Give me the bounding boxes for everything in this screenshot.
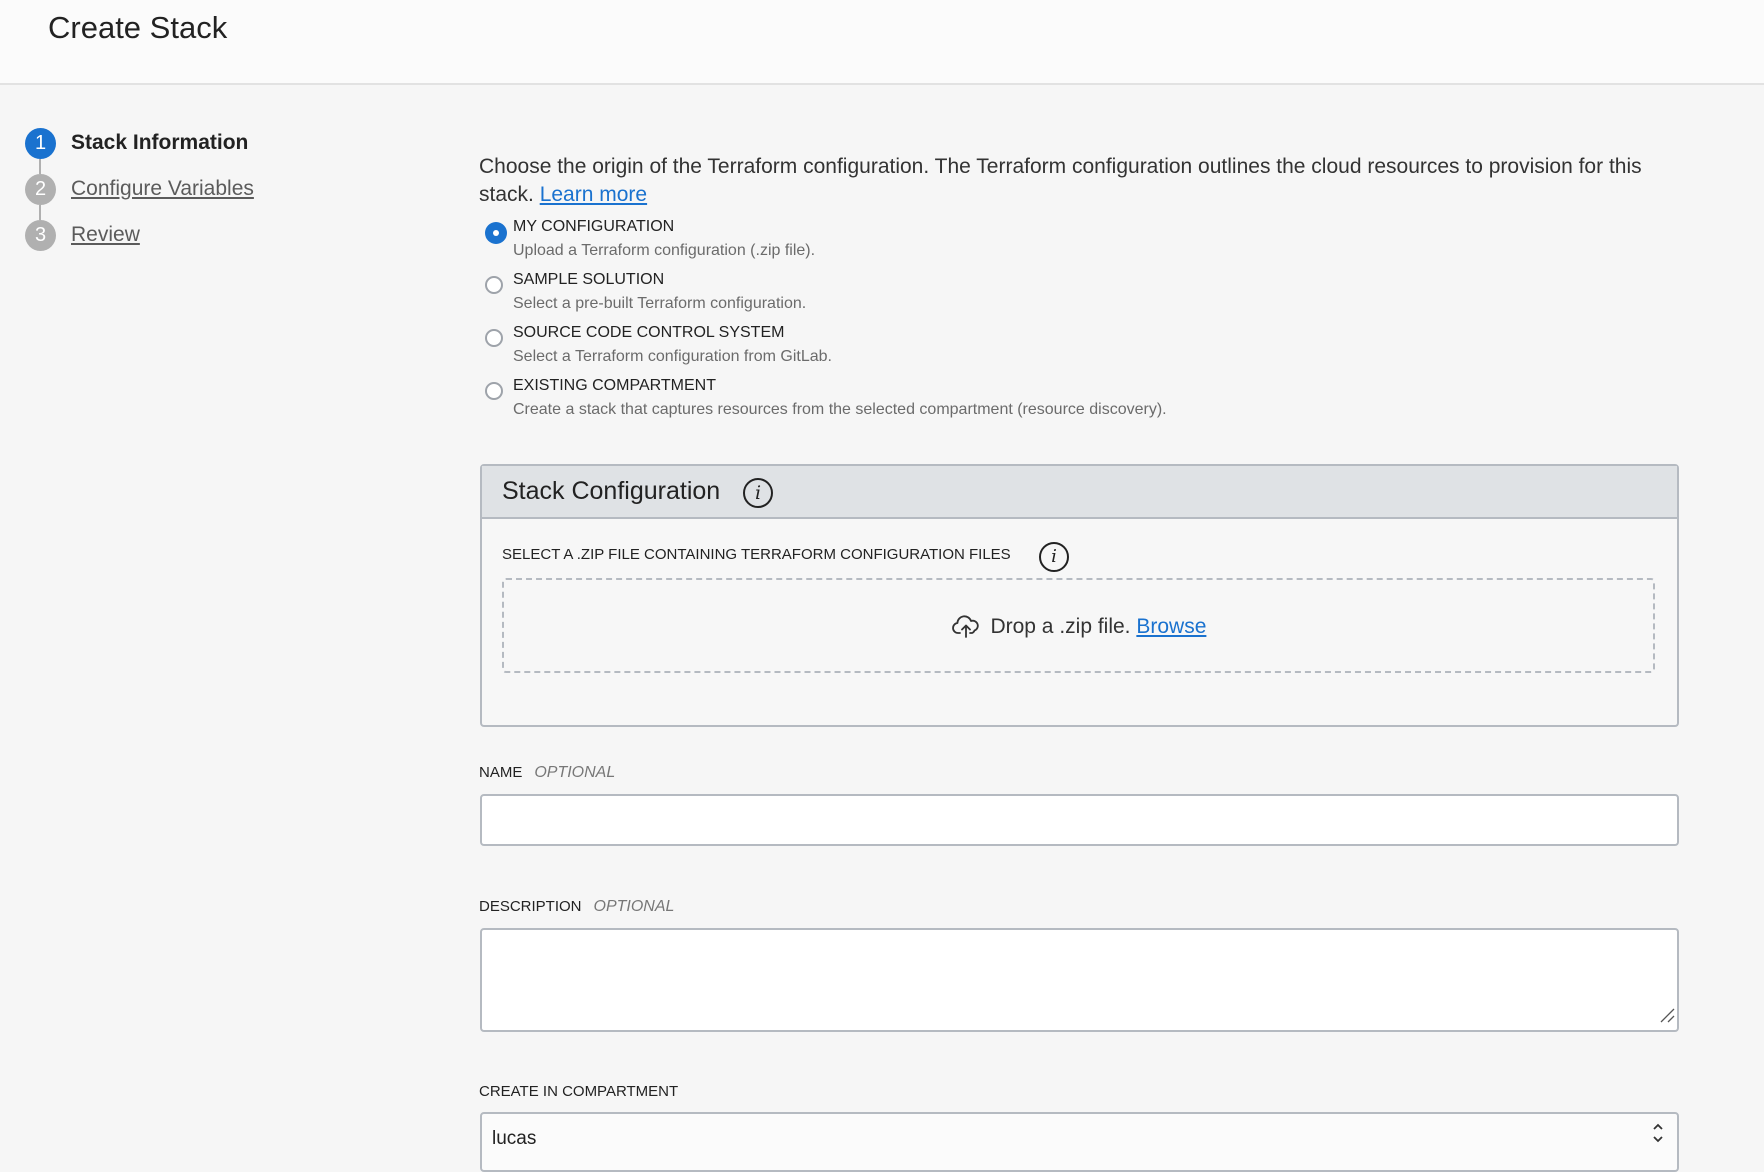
zip-dropzone[interactable]: Drop a .zip file. Browse <box>502 578 1655 673</box>
info-icon[interactable]: i <box>743 478 773 508</box>
step-number: 3 <box>25 220 56 251</box>
compartment-label: CREATE IN COMPARTMENT <box>479 1083 679 1100</box>
description-label: DESCRIPTION OPTIONAL <box>479 898 674 916</box>
intro-description: Choose the origin of the Terraform confi… <box>479 155 1642 206</box>
radio-description: Select a Terraform configuration from Gi… <box>513 348 832 365</box>
step-label[interactable]: Review <box>71 223 140 247</box>
description-field-wrap <box>479 928 1679 1032</box>
radio-description: Select a pre-built Terraform configurati… <box>513 295 807 312</box>
radio-title: MY CONFIGURATION <box>513 218 675 235</box>
stack-configuration-panel: Stack Configuration i SELECT A .ZIP FILE… <box>480 464 1679 727</box>
zip-file-label: SELECT A .ZIP FILE CONTAINING TERRAFORM … <box>502 546 1011 563</box>
radio-title: SAMPLE SOLUTION <box>513 271 665 288</box>
radio-button[interactable] <box>485 222 507 244</box>
learn-more-link[interactable]: Learn more <box>540 183 647 206</box>
name-label-text: NAME <box>479 764 523 781</box>
drop-text: Drop a .zip file. <box>990 615 1131 638</box>
radio-title: EXISTING COMPARTMENT <box>513 377 716 394</box>
radio-button[interactable] <box>485 276 503 294</box>
step-label: Stack Information <box>71 131 249 154</box>
step-number: 2 <box>25 174 56 205</box>
select-arrows-icon <box>1651 1120 1665 1147</box>
compartment-value: lucas <box>492 1128 537 1149</box>
step-number: 1 <box>25 128 56 159</box>
info-icon[interactable]: i <box>1039 542 1069 572</box>
step-label[interactable]: Configure Variables <box>71 177 254 201</box>
intro-text: Choose the origin of the Terraform confi… <box>479 153 1669 209</box>
browse-link[interactable]: Browse <box>1136 615 1206 638</box>
radio-title: SOURCE CODE CONTROL SYSTEM <box>513 324 785 341</box>
dropzone-content: Drop a .zip file. Browse <box>504 614 1653 644</box>
optional-tag: OPTIONAL <box>593 898 675 915</box>
radio-button[interactable] <box>485 382 503 400</box>
compartment-select[interactable]: lucas <box>480 1112 1679 1172</box>
description-label-text: DESCRIPTION <box>479 898 582 915</box>
radio-description: Create a stack that captures resources f… <box>513 401 1167 418</box>
radio-button[interactable] <box>485 329 503 347</box>
resize-handle-icon[interactable] <box>1659 1007 1675 1028</box>
optional-tag: OPTIONAL <box>534 764 616 781</box>
panel-header: Stack Configuration i <box>482 466 1677 519</box>
description-textarea[interactable] <box>480 928 1679 1032</box>
page-title: Create Stack <box>48 10 228 45</box>
step-connector <box>39 205 41 220</box>
radio-description: Upload a Terraform configuration (.zip f… <box>513 242 816 259</box>
page-header: Create Stack <box>0 0 1764 85</box>
name-label: NAME OPTIONAL <box>479 764 615 782</box>
cloud-upload-icon <box>951 614 981 644</box>
step-connector <box>39 159 41 174</box>
name-input[interactable] <box>480 794 1679 846</box>
panel-title: Stack Configuration <box>502 477 721 505</box>
